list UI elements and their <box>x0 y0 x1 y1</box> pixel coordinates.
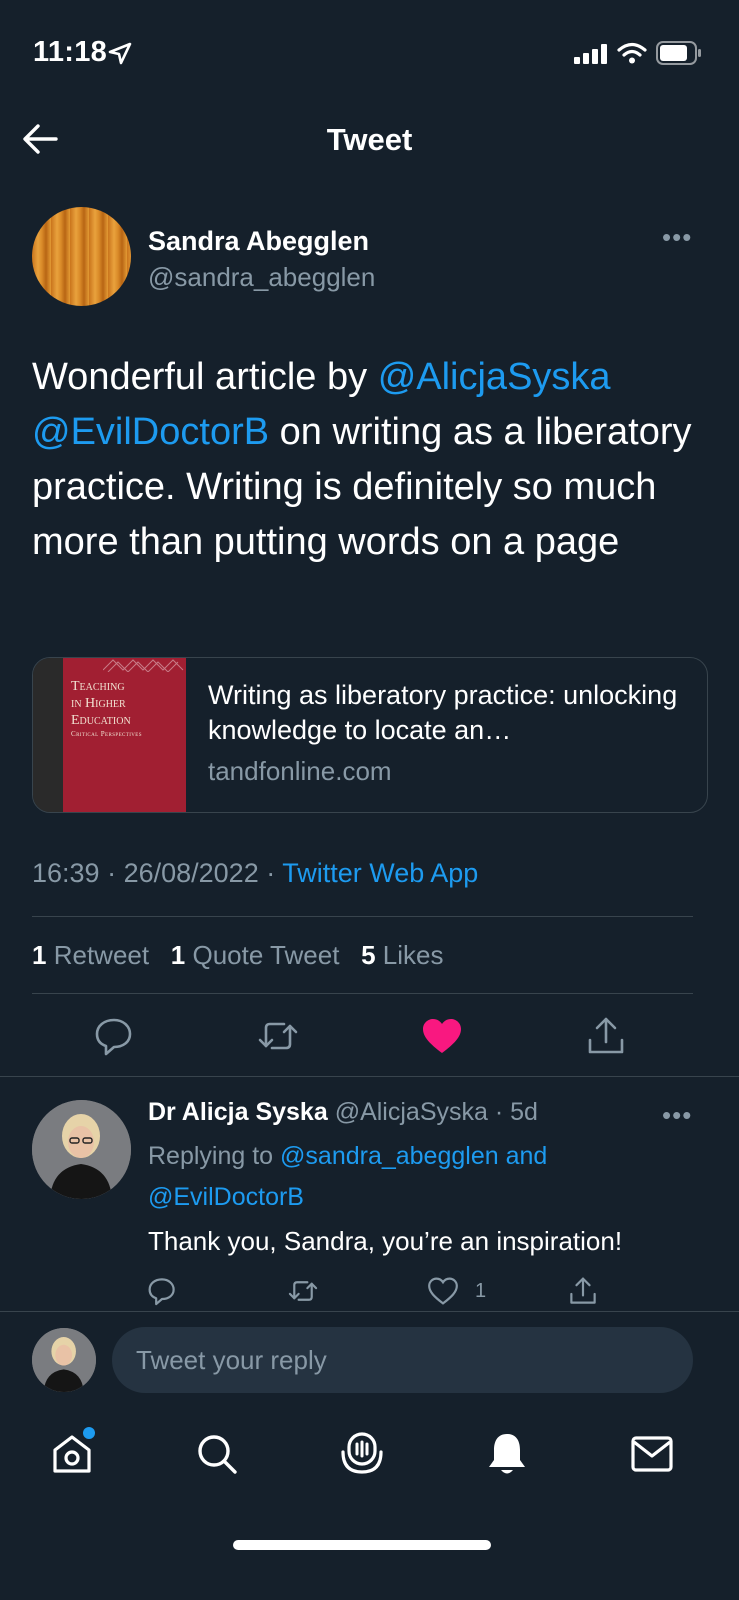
notification-dot <box>83 1427 95 1439</box>
likes-label: Likes <box>382 940 444 970</box>
like-icon[interactable] <box>427 1275 459 1307</box>
search-icon[interactable] <box>195 1432 239 1476</box>
retweet-icon[interactable] <box>256 1014 300 1058</box>
person-portrait <box>32 1100 131 1199</box>
mention-link[interactable]: @EvilDoctorB <box>32 411 269 453</box>
divider <box>0 1076 739 1077</box>
person-portrait <box>32 1328 96 1392</box>
share-icon[interactable] <box>584 1014 628 1058</box>
reply-header: Dr Alicja Syska @AlicjaSyska · 5d <box>148 1098 538 1126</box>
location-arrow-icon <box>108 42 132 65</box>
more-icon[interactable]: ••• <box>662 1100 692 1131</box>
reply-age: 5d <box>510 1098 538 1126</box>
tweet-stats: 1 Retweet 1 Quote Tweet 5 Likes <box>32 940 444 971</box>
tweet-time: 16:39 <box>32 858 100 888</box>
likes-count: 5 <box>361 940 376 970</box>
mention-link[interactable]: @AlicjaSyska <box>378 356 611 398</box>
status-time: 11:18 <box>33 36 107 69</box>
author-handle[interactable]: @sandra_abegglen <box>148 262 375 293</box>
page-title: Tweet <box>326 122 413 157</box>
cover-title: Teaching in Higher Education Critical Pe… <box>71 678 181 739</box>
retweets-stat[interactable]: 1 Retweet <box>32 940 149 970</box>
tweet-text: Wonderful article by @AlicjaSyska @EvilDo… <box>32 350 722 570</box>
battery-icon <box>656 41 701 65</box>
reply-author-handle[interactable]: @AlicjaSyska <box>335 1098 488 1126</box>
reply-author-name[interactable]: Dr Alicja Syska <box>148 1098 328 1126</box>
divider <box>32 916 693 917</box>
like-icon[interactable] <box>420 1014 464 1058</box>
replying-prefix: Replying to <box>148 1142 281 1170</box>
notifications-icon[interactable] <box>485 1430 529 1478</box>
wifi-icon <box>617 42 647 64</box>
status-time-text: 11:18 <box>33 36 108 68</box>
link-card[interactable]: Teaching in Higher Education Critical Pe… <box>32 657 708 813</box>
card-domain: tandfonline.com <box>208 756 392 786</box>
author-avatar[interactable] <box>32 207 131 306</box>
likes-stat[interactable]: 5 Likes <box>361 940 443 970</box>
cover-line: Teaching <box>71 679 125 694</box>
author-name[interactable]: Sandra Abegglen <box>148 226 369 257</box>
more-icon[interactable]: ••• <box>662 222 692 253</box>
reply-icon[interactable] <box>92 1014 136 1058</box>
book-cover: Teaching in Higher Education Critical Pe… <box>63 658 186 812</box>
reply-text: Thank you, Sandra, you’re an inspiration… <box>148 1226 623 1256</box>
retweet-icon[interactable] <box>287 1275 319 1307</box>
cover-subtitle: Critical Perspectives <box>71 730 142 738</box>
share-icon[interactable] <box>567 1275 599 1307</box>
quotes-count: 1 <box>170 940 186 970</box>
cover-line: in Higher <box>71 696 126 711</box>
messages-icon[interactable] <box>630 1434 674 1474</box>
reply-avatar[interactable] <box>32 1100 131 1199</box>
tweet-source-link[interactable]: Twitter Web App <box>282 858 478 888</box>
tweet-meta: 16:39 · 26/08/2022 · Twitter Web App <box>32 858 479 888</box>
reply-input[interactable]: Tweet your reply <box>112 1327 693 1393</box>
tweet-text-part: Wonderful article by <box>32 356 378 398</box>
divider <box>0 1311 739 1312</box>
quotes-stat[interactable]: 1 Quote Tweet <box>171 940 340 970</box>
home-indicator <box>233 1540 491 1550</box>
cellular-signal-icon <box>574 44 607 64</box>
cover-pattern <box>103 659 184 672</box>
reply-icon[interactable] <box>146 1275 178 1307</box>
quotes-label: Quote Tweet <box>192 940 340 970</box>
divider <box>32 993 693 994</box>
spaces-icon[interactable] <box>340 1430 384 1478</box>
card-thumbnail: Teaching in Higher Education Critical Pe… <box>33 658 186 812</box>
retweets-count: 1 <box>32 940 47 970</box>
card-title: Writing as liberatory practice: unlockin… <box>208 680 678 745</box>
tweet-date: 26/08/2022 <box>123 858 259 888</box>
reply-like-count: 1 <box>475 1280 487 1302</box>
retweets-label: Retweet <box>53 940 150 970</box>
cover-line: Education <box>71 713 131 728</box>
compose-avatar[interactable] <box>32 1328 96 1392</box>
replying-to: Replying to @sandra_abegglen and @EvilDo… <box>148 1136 688 1218</box>
